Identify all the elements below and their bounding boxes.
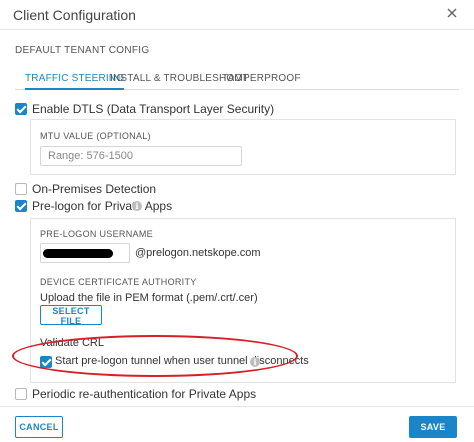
pre-logon-panel: PRE-LOGON USERNAME @prelogon.netskope.co… bbox=[30, 218, 456, 383]
dialog-header: Client Configuration bbox=[0, 0, 474, 30]
close-icon[interactable] bbox=[444, 5, 460, 21]
pre-logon-username-label: PRE-LOGON USERNAME bbox=[40, 229, 153, 239]
tab-bar: TRAFFIC STEERING INSTALL & TROUBLESHOOT … bbox=[15, 72, 459, 90]
mtu-input[interactable] bbox=[40, 146, 242, 166]
save-button[interactable]: SAVE bbox=[409, 416, 457, 438]
on-premises-checkbox[interactable] bbox=[15, 183, 27, 195]
tab-tamperproof[interactable]: TAMPERPROOF bbox=[222, 72, 301, 90]
start-tunnel-label: Start pre-logon tunnel when user tunnel … bbox=[55, 355, 309, 367]
validate-crl-label: Validate CRL bbox=[40, 337, 104, 349]
periodic-reauth-checkbox[interactable] bbox=[15, 388, 27, 400]
select-file-button[interactable]: SELECT FILE bbox=[40, 305, 102, 326]
dialog-title: Client Configuration bbox=[13, 7, 136, 23]
periodic-reauth-label: Periodic re-authentication for Private A… bbox=[32, 387, 257, 401]
start-tunnel-checkbox[interactable] bbox=[40, 356, 52, 368]
mtu-label: MTU VALUE (OPTIONAL) bbox=[40, 131, 151, 141]
tenant-config-label: DEFAULT TENANT CONFIG bbox=[15, 45, 150, 56]
dtls-checkbox[interactable] bbox=[15, 103, 27, 115]
device-cert-label: DEVICE CERTIFICATE AUTHORITY bbox=[40, 277, 197, 287]
on-premises-label: On-Premises Detection bbox=[32, 182, 157, 196]
upload-instructions: Upload the file in PEM format (.pem/.crt… bbox=[40, 292, 258, 304]
pre-logon-checkbox[interactable] bbox=[15, 200, 27, 212]
pre-logon-label: Pre-logon for Private Apps bbox=[32, 199, 173, 213]
redacted-username bbox=[43, 249, 113, 258]
dialog-footer: CANCEL SAVE bbox=[0, 406, 474, 442]
cancel-button[interactable]: CANCEL bbox=[15, 416, 63, 438]
dtls-label: Enable DTLS (Data Transport Layer Securi… bbox=[32, 102, 275, 116]
info-icon[interactable]: i bbox=[250, 357, 260, 367]
info-icon[interactable]: i bbox=[132, 201, 142, 211]
username-domain-suffix: @prelogon.netskope.com bbox=[135, 247, 261, 259]
mtu-panel: MTU VALUE (OPTIONAL) bbox=[30, 119, 456, 175]
